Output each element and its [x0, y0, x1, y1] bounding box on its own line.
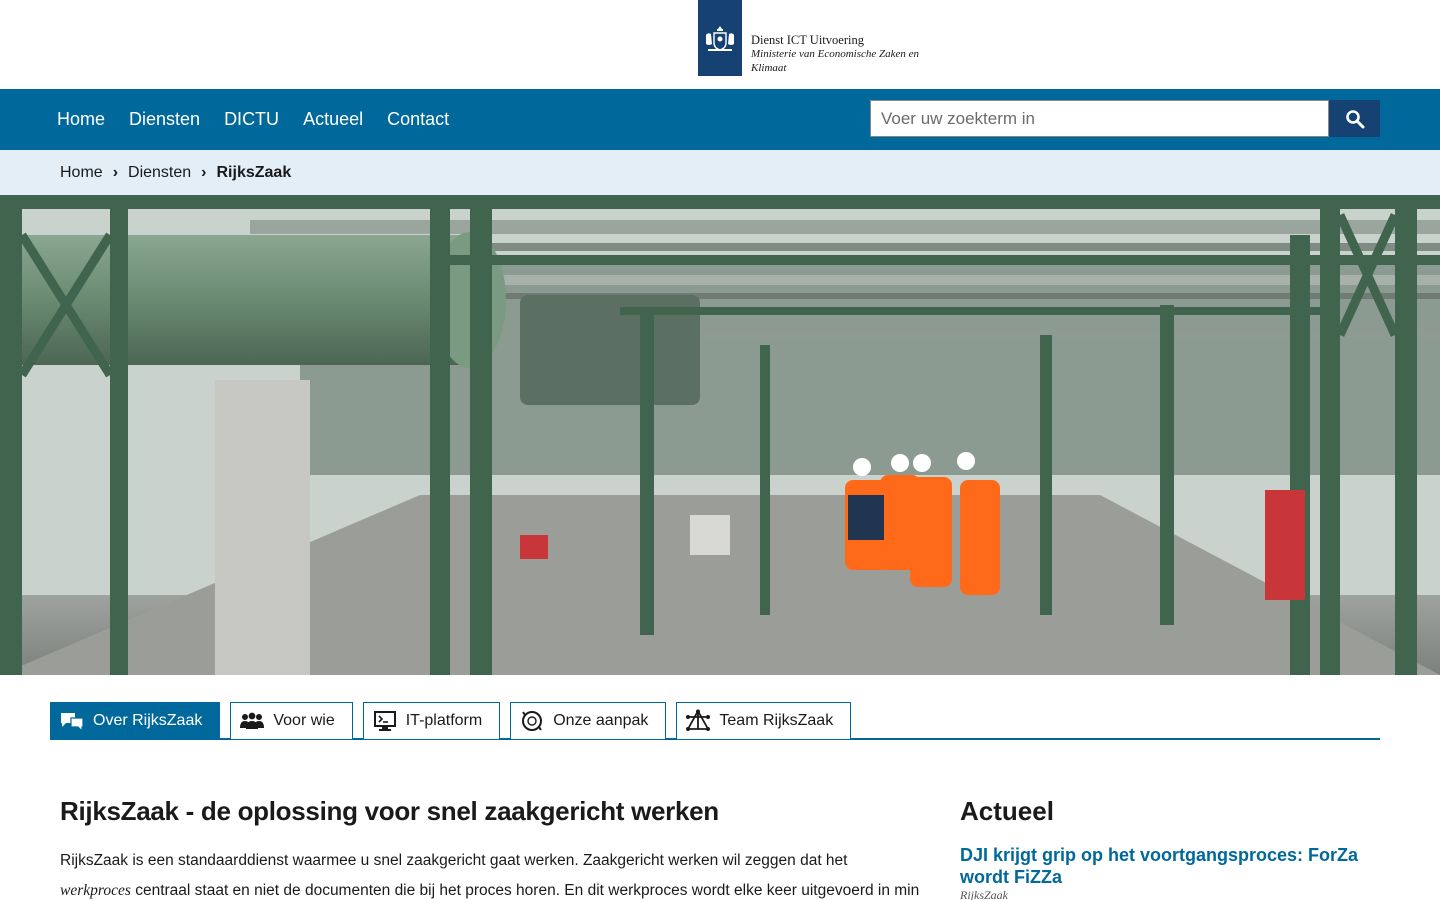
tab-label: Onze aanpak: [553, 712, 649, 729]
org-name: Dienst ICT Uitvoering: [751, 33, 864, 47]
tab-label: Team RijksZaak: [719, 712, 834, 729]
intro-text-part2: centraal staat en niet de documenten die…: [135, 882, 920, 899]
search-form: [870, 100, 1380, 137]
tab-onze-aanpak[interactable]: Onze aanpak: [510, 702, 667, 739]
breadcrumb-separator: ›: [112, 163, 119, 181]
news-item-category: RijksZaak: [960, 888, 1008, 900]
coat-of-arms-icon: [706, 26, 734, 51]
nav-dictu[interactable]: DICTU: [224, 109, 279, 130]
breadcrumb-separator: ›: [201, 163, 207, 181]
tab-voor-wie[interactable]: Voor wie: [230, 702, 353, 739]
news-item-link[interactable]: DJI krijgt grip op het voortgangsproces:…: [960, 844, 1380, 888]
search-button[interactable]: [1329, 100, 1380, 137]
page-title: RijksZaak - de oplossing voor snel zaakg…: [60, 796, 719, 826]
sidebar-title: Actueel: [960, 796, 1054, 826]
nav-home[interactable]: Home: [57, 109, 105, 130]
tab-label: Over RijksZaak: [93, 712, 203, 729]
breadcrumb-home[interactable]: Home: [60, 164, 103, 182]
tab-bar: Over RijksZaak Voor wie IT-platform Onze…: [50, 702, 1380, 740]
intro-paragraph: RijksZaak is een standaarddienst waarmee…: [60, 846, 922, 900]
tab-it-platform[interactable]: IT-platform: [362, 702, 501, 739]
site-header: Dienst ICT Uitvoering Ministerie van Eco…: [0, 0, 1440, 89]
intro-emphasis: werkproces: [60, 882, 131, 899]
tab-over-rijkszaak[interactable]: Over RijksZaak: [50, 702, 221, 739]
tab-label: IT-platform: [405, 712, 483, 729]
nav-diensten[interactable]: Diensten: [129, 109, 200, 130]
industrial-plant-illustration: [0, 195, 1440, 675]
intro-text-part1: RijksZaak is een standaarddienst waarmee…: [60, 852, 848, 869]
search-icon: [1345, 109, 1364, 128]
people-icon: [237, 708, 267, 734]
breadcrumb: Home › Diensten › RijksZaak: [0, 150, 1440, 195]
hero-image: [0, 195, 1440, 675]
nav-contact[interactable]: Contact: [387, 109, 449, 130]
tab-team-rijkszaak[interactable]: Team RijksZaak: [676, 702, 852, 739]
tab-label: Voor wie: [273, 712, 335, 729]
nav-actueel[interactable]: Actueel: [303, 109, 363, 130]
rijksoverheid-logo[interactable]: [698, 0, 742, 76]
monitor-icon: [370, 708, 400, 734]
chat-icon: [57, 708, 87, 734]
cycle-icon: [517, 708, 547, 734]
network-icon: [683, 708, 713, 734]
breadcrumb-current: RijksZaak: [216, 163, 292, 181]
logo-wordmark: Dienst ICT Uitvoering Ministerie van Eco…: [751, 33, 931, 75]
search-input[interactable]: [870, 100, 1329, 137]
breadcrumb-diensten[interactable]: Diensten: [128, 164, 191, 182]
ministry-name: Ministerie van Economische Zaken en Klim…: [751, 48, 920, 74]
